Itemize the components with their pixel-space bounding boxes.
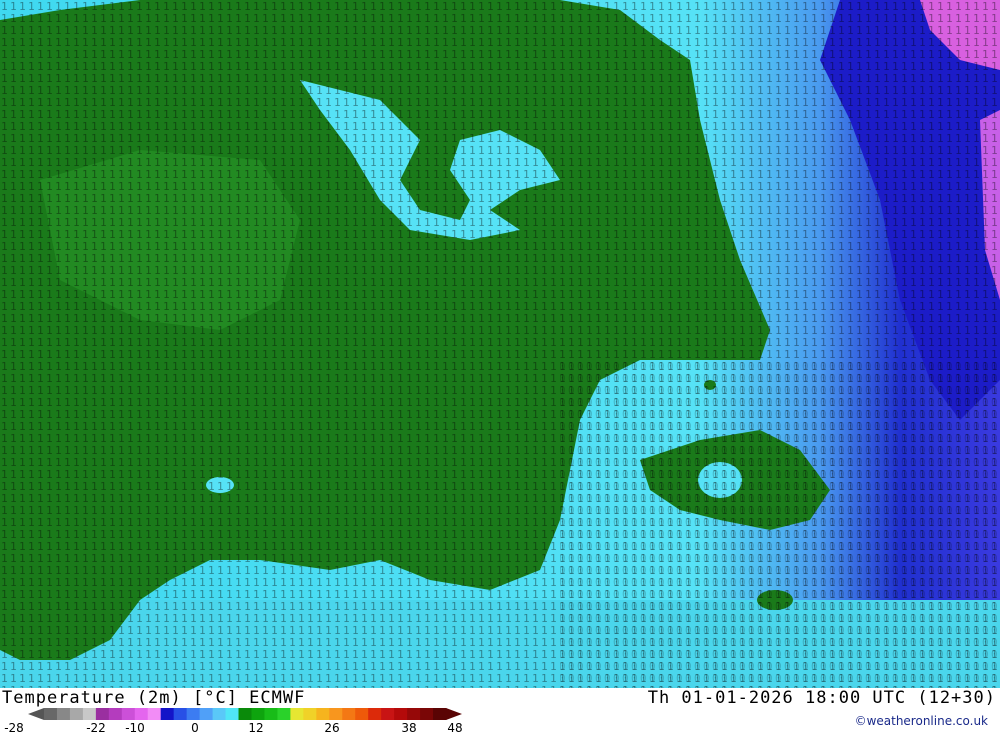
scale-swatch — [95, 708, 110, 720]
scale-swatch — [173, 708, 188, 720]
scale-swatch — [290, 708, 304, 720]
scale-label: -10 — [125, 721, 145, 733]
scale-swatch — [225, 708, 240, 720]
scale-swatch — [186, 708, 201, 720]
credit-link[interactable]: ©weatheronline.co.uk — [855, 714, 988, 728]
scale-swatch — [342, 708, 356, 720]
scale-swatch — [238, 708, 252, 720]
scale-swatch — [212, 708, 227, 720]
scale-swatch — [69, 708, 84, 720]
scale-swatch — [316, 708, 330, 720]
scale-swatch — [277, 708, 291, 720]
scale-label: 48 — [447, 721, 462, 733]
scale-swatch — [44, 708, 58, 720]
scale-swatch — [199, 708, 214, 720]
scale-swatch — [121, 708, 136, 720]
temperature-map: 1 0 — [0, 0, 1000, 688]
scale-label: -28 — [4, 721, 24, 733]
scale-swatch — [394, 708, 408, 720]
scale-swatch — [82, 708, 97, 720]
digit-texture-south — [560, 360, 1000, 688]
scale-swatch — [355, 708, 369, 720]
scale-arrow-left — [28, 708, 44, 720]
map-datetime: Th 01-01-2026 18:00 UTC (12+30) — [647, 688, 996, 708]
scale-swatch — [160, 708, 175, 720]
scale-swatch — [381, 708, 395, 720]
scale-swatch — [368, 708, 382, 720]
scale-label: 0 — [191, 721, 199, 733]
scale-swatch — [251, 708, 265, 720]
scale-label: 38 — [401, 721, 416, 733]
scale-swatch — [108, 708, 123, 720]
color-scale: -28 -22 -10 0 12 26 38 48 — [4, 708, 463, 733]
scale-swatch — [147, 708, 162, 720]
scale-swatch — [407, 708, 421, 720]
map-footer: Temperature (2m) [°C] ECMWF Th 01-01-202… — [0, 688, 1000, 733]
scale-swatch — [56, 708, 71, 720]
scale-arrow-right — [446, 708, 462, 720]
scale-swatch — [303, 708, 317, 720]
scale-swatch — [134, 708, 149, 720]
scale-swatch — [433, 708, 447, 720]
scale-label: -22 — [86, 721, 106, 733]
scale-swatch — [329, 708, 343, 720]
scale-label: 26 — [324, 721, 339, 733]
scale-label: 12 — [248, 721, 263, 733]
scale-swatch — [420, 708, 434, 720]
scale-swatch — [264, 708, 278, 720]
map-title: Temperature (2m) [°C] ECMWF — [2, 688, 306, 708]
